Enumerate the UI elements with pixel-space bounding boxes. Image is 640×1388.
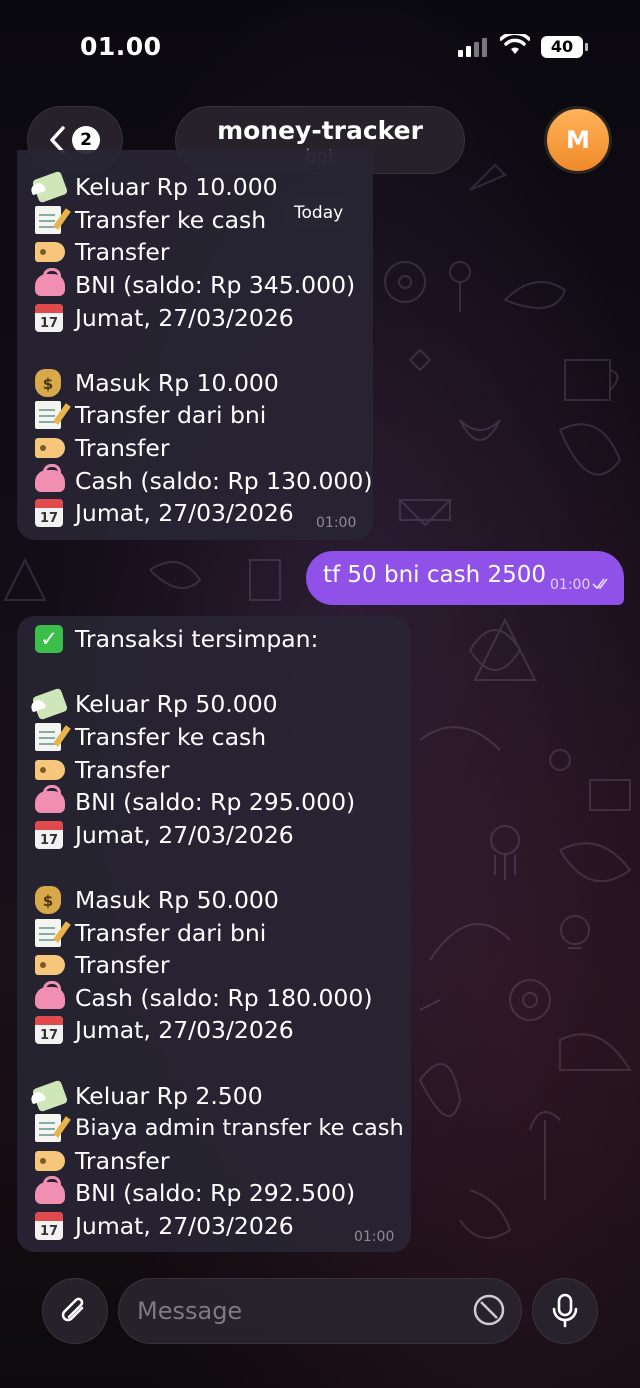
message-time: 01:00 <box>550 577 591 593</box>
calendar-icon: 17 <box>35 497 69 529</box>
memo-icon <box>35 721 69 753</box>
read-checkmarks-icon <box>592 578 608 590</box>
purse-icon <box>35 980 69 1014</box>
message-line: $ Masuk Rp 50.000 <box>35 884 411 917</box>
message-line: Transfer ke cash <box>35 721 411 754</box>
message-line: Transfer <box>35 753 411 786</box>
flying-money-icon <box>31 1079 69 1113</box>
purse-icon <box>35 1176 69 1209</box>
memo-icon <box>35 917 69 949</box>
purse-icon <box>35 268 69 301</box>
message-input-field[interactable] <box>118 1278 522 1344</box>
check-mark-icon: ✓ <box>35 623 69 655</box>
date-chip: Today <box>284 197 354 229</box>
paperclip-icon <box>61 1297 84 1322</box>
memo-icon <box>35 399 69 431</box>
message-line: BNI (saldo: Rp 345.000) <box>35 268 373 302</box>
message-line: Cash (saldo: Rp 180.000) <box>35 980 411 1015</box>
calendar-icon: 17 <box>35 819 69 851</box>
purse-icon <box>35 463 69 497</box>
message-bubble-incoming[interactable]: ✓ Transaksi tersimpan: Keluar Rp 50.000 T… <box>17 616 411 1252</box>
message-line: Transfer dari bni <box>35 399 373 432</box>
message-bubble-outgoing[interactable]: tf 50 bni cash 2500 01:00 <box>306 551 624 605</box>
message-line: Cash (saldo: Rp 130.000) <box>35 463 373 497</box>
message-line: Transfer <box>35 432 373 465</box>
message-line: Biaya admin transfer ke cash <box>35 1112 411 1145</box>
label-icon <box>35 949 69 981</box>
message-time: 01:00 <box>354 1229 395 1245</box>
message-line: Keluar Rp 50.000 <box>31 688 411 721</box>
message-line: Transfer <box>35 236 373 269</box>
message-line: $ Masuk Rp 10.000 <box>35 367 373 400</box>
label-icon <box>35 432 69 464</box>
message-line: BNI (saldo: Rp 295.000) <box>35 785 411 819</box>
message-line: 17 Jumat, 27/03/2026 <box>35 819 411 852</box>
message-text: tf 50 bni cash 2500 <box>323 562 547 588</box>
memo-icon <box>35 1112 69 1144</box>
battery-icon: 40 <box>541 36 583 58</box>
attach-button[interactable] <box>42 1278 108 1344</box>
microphone-icon <box>552 1293 578 1328</box>
message-line: 17 Jumat, 27/03/2026 <box>35 1014 411 1047</box>
message-line: 17 Jumat, 27/03/2026 <box>35 301 373 334</box>
calendar-icon: 17 <box>35 302 69 334</box>
label-icon <box>35 1145 69 1177</box>
label-icon <box>35 754 69 786</box>
calendar-icon: 17 <box>35 1014 69 1046</box>
message-line: BNI (saldo: Rp 292.500) <box>35 1176 411 1210</box>
calendar-icon: 17 <box>35 1210 69 1242</box>
status-bar: 01.00 40 <box>0 0 640 96</box>
avatar[interactable]: M <box>544 106 612 174</box>
chat-title: money-tracker <box>217 116 423 145</box>
message-input[interactable] <box>137 1293 467 1329</box>
microphone-button[interactable] <box>532 1278 598 1344</box>
message-line: Transfer dari bni <box>35 916 411 949</box>
label-icon <box>35 236 69 268</box>
message-line: Transfer <box>35 949 411 982</box>
money-bag-icon: $ <box>35 884 69 916</box>
memo-icon <box>35 204 69 236</box>
message-line: Keluar Rp 2.500 <box>31 1079 411 1113</box>
wifi-icon <box>500 34 530 54</box>
money-bag-icon: $ <box>35 367 69 399</box>
battery-tip <box>585 43 588 51</box>
cellular-signal-icon <box>458 38 487 57</box>
flying-money-icon <box>31 170 69 204</box>
purse-icon <box>35 785 69 818</box>
status-time: 01.00 <box>80 32 162 61</box>
message-line: Transfer <box>35 1145 411 1178</box>
message-line: ✓ Transaksi tersimpan: <box>35 623 411 656</box>
sticker-icon[interactable] <box>472 1293 506 1327</box>
flying-money-icon <box>31 688 69 721</box>
message-time: 01:00 <box>316 515 357 531</box>
